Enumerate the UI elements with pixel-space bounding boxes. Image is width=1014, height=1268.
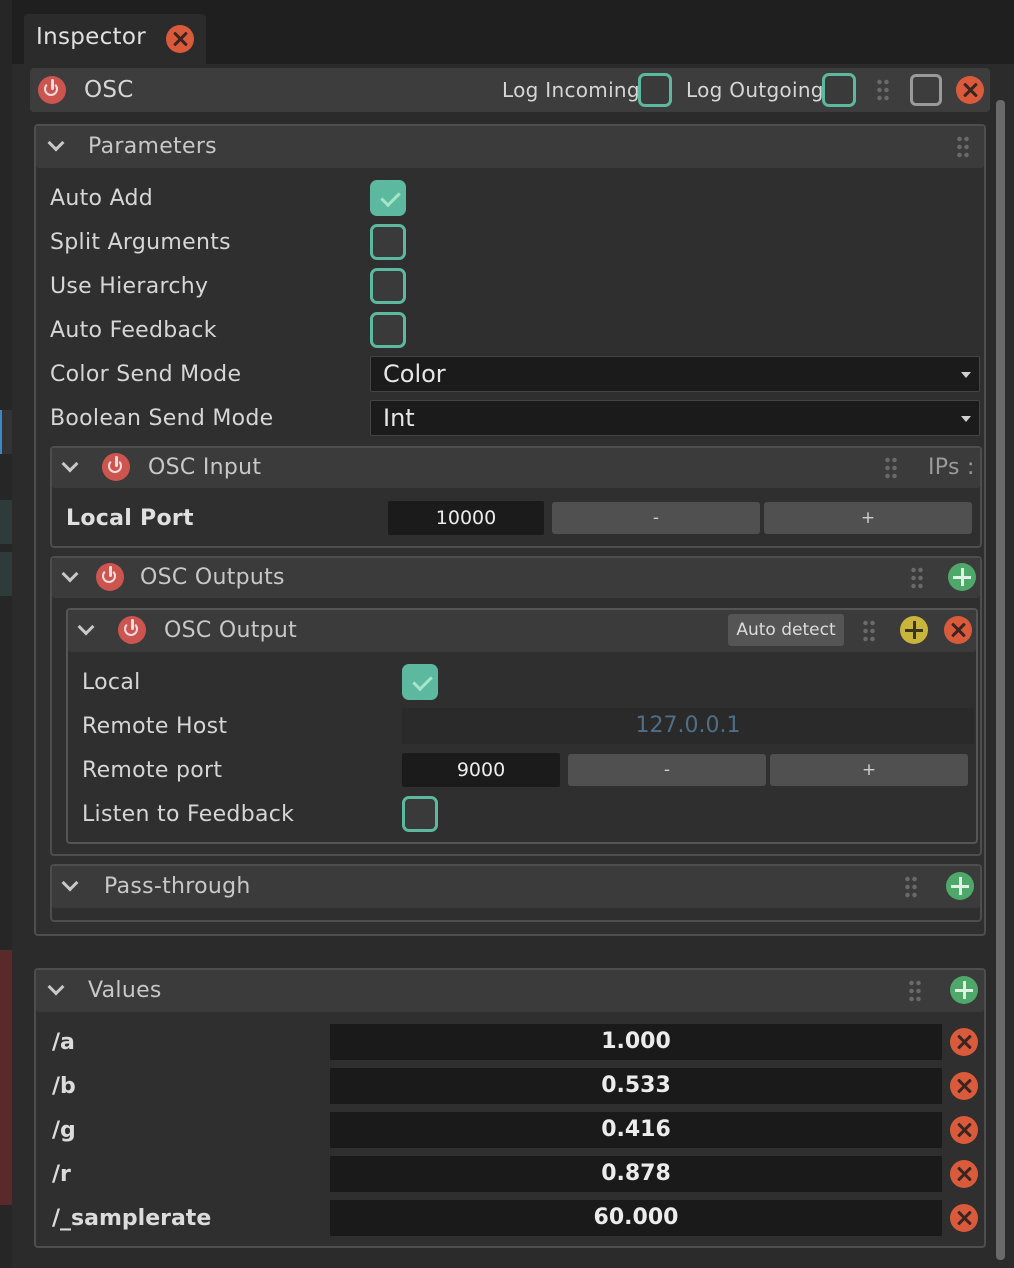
color-send-mode-label: Color Send Mode xyxy=(50,362,242,387)
add-value-icon[interactable] xyxy=(950,976,978,1004)
value-name: /b xyxy=(52,1074,76,1099)
value-field[interactable]: 60.000 xyxy=(330,1200,942,1236)
drag-handle-icon[interactable] xyxy=(908,979,922,1003)
chevron-down-icon[interactable] xyxy=(47,978,65,996)
remove-value-icon[interactable] xyxy=(950,1160,978,1188)
values-title: Values xyxy=(88,978,162,1003)
remote-port-field[interactable]: 9000 xyxy=(402,753,560,787)
drag-handle-icon[interactable] xyxy=(884,456,898,480)
remove-value-icon[interactable] xyxy=(950,1072,978,1100)
remote-port-decrement-button[interactable]: - xyxy=(568,754,766,786)
osc-output-power-icon[interactable] xyxy=(118,616,146,644)
osc-output-close-icon[interactable] xyxy=(944,616,972,644)
color-send-mode-value: Color xyxy=(383,360,446,388)
module-title: OSC xyxy=(84,77,134,103)
osc-outputs-power-icon[interactable] xyxy=(96,563,124,591)
chevron-down-icon[interactable] xyxy=(61,565,79,583)
chevron-down-icon[interactable] xyxy=(61,455,79,473)
listen-feedback-label: Listen to Feedback xyxy=(82,802,295,827)
osc-input-header[interactable]: OSC Input IPs : xyxy=(52,448,980,488)
module-close-icon[interactable] xyxy=(956,76,984,104)
remote-port-label: Remote port xyxy=(82,758,223,783)
local-checkbox[interactable] xyxy=(402,664,438,700)
split-arguments-checkbox[interactable] xyxy=(370,224,406,260)
add-pass-through-icon[interactable] xyxy=(946,872,974,900)
boolean-send-mode-label: Boolean Send Mode xyxy=(50,406,274,431)
remove-value-icon[interactable] xyxy=(950,1116,978,1144)
left-panel-row xyxy=(0,552,12,596)
close-tab-icon[interactable] xyxy=(166,25,194,53)
tab-inspector-label: Inspector xyxy=(36,24,146,50)
value-name: /g xyxy=(52,1118,76,1143)
osc-input-title: OSC Input xyxy=(148,455,262,480)
local-port-field[interactable]: 10000 xyxy=(388,501,544,535)
local-port-decrement-button[interactable]: - xyxy=(552,502,760,534)
osc-output-header[interactable]: OSC Output Auto detect xyxy=(68,610,976,652)
local-port-increment-button[interactable]: + xyxy=(764,502,972,534)
value-name: /_samplerate xyxy=(52,1206,212,1231)
osc-input-power-icon[interactable] xyxy=(102,453,130,481)
local-port-label: Local Port xyxy=(66,506,194,531)
chevron-down-icon[interactable] xyxy=(77,618,95,636)
drag-handle-icon[interactable] xyxy=(904,875,918,899)
value-field[interactable]: 0.878 xyxy=(330,1156,942,1192)
left-panel-row xyxy=(0,500,12,544)
chevron-down-icon[interactable] xyxy=(61,874,79,892)
value-name: /r xyxy=(52,1162,71,1187)
listen-feedback-checkbox[interactable] xyxy=(402,796,438,832)
drag-handle-icon[interactable] xyxy=(862,619,876,643)
log-outgoing-label: Log Outgoing xyxy=(686,78,824,102)
log-outgoing-checkbox[interactable] xyxy=(822,73,856,107)
drag-handle-icon[interactable] xyxy=(910,566,924,590)
enable-toggle-box[interactable] xyxy=(910,74,942,106)
drag-handle-icon[interactable] xyxy=(876,78,890,102)
remote-host-label: Remote Host xyxy=(82,714,228,739)
value-field[interactable]: 1.000 xyxy=(330,1024,942,1060)
boolean-send-mode-select[interactable]: Int xyxy=(370,400,980,436)
add-yellow-icon[interactable] xyxy=(900,616,928,644)
left-panel-row xyxy=(0,410,12,454)
use-hierarchy-checkbox[interactable] xyxy=(370,268,406,304)
use-hierarchy-label: Use Hierarchy xyxy=(50,274,209,299)
auto-add-label: Auto Add xyxy=(50,186,154,211)
ips-label: IPs : xyxy=(928,455,975,480)
values-header[interactable]: Values xyxy=(36,970,984,1012)
osc-outputs-header[interactable]: OSC Outputs xyxy=(52,558,980,598)
log-incoming-checkbox[interactable] xyxy=(638,73,672,107)
left-panel-item xyxy=(0,950,12,1205)
chevron-down-icon[interactable] xyxy=(47,134,65,152)
add-output-icon[interactable] xyxy=(948,563,976,591)
value-field[interactable]: 0.416 xyxy=(330,1112,942,1148)
auto-detect-button[interactable]: Auto detect xyxy=(728,614,844,646)
value-field[interactable]: 0.533 xyxy=(330,1068,942,1104)
log-incoming-label: Log Incoming xyxy=(502,78,640,102)
pass-through-header[interactable]: Pass-through xyxy=(52,866,980,908)
pass-through-title: Pass-through xyxy=(104,874,251,899)
remote-port-increment-button[interactable]: + xyxy=(770,754,968,786)
osc-outputs-title: OSC Outputs xyxy=(140,565,285,590)
remove-value-icon[interactable] xyxy=(950,1204,978,1232)
parameters-title: Parameters xyxy=(88,134,217,159)
module-power-icon[interactable] xyxy=(38,76,66,104)
boolean-send-mode-value: Int xyxy=(383,404,415,432)
local-label: Local xyxy=(82,670,141,695)
auto-feedback-label: Auto Feedback xyxy=(50,318,217,343)
value-name: /a xyxy=(52,1030,75,1055)
auto-add-checkbox[interactable] xyxy=(370,180,406,216)
drag-handle-icon[interactable] xyxy=(956,135,970,159)
tab-inspector[interactable]: Inspector xyxy=(24,14,206,64)
remote-host-field[interactable]: 127.0.0.1 xyxy=(402,708,974,744)
auto-feedback-checkbox[interactable] xyxy=(370,312,406,348)
color-send-mode-select[interactable]: Color xyxy=(370,356,980,392)
remove-value-icon[interactable] xyxy=(950,1028,978,1056)
split-arguments-label: Split Arguments xyxy=(50,230,231,255)
module-header: OSC Log Incoming Log Outgoing xyxy=(30,68,990,112)
parameters-header[interactable]: Parameters xyxy=(36,126,984,168)
scrollbar-thumb[interactable] xyxy=(996,100,1005,1260)
osc-output-title: OSC Output xyxy=(164,618,298,643)
